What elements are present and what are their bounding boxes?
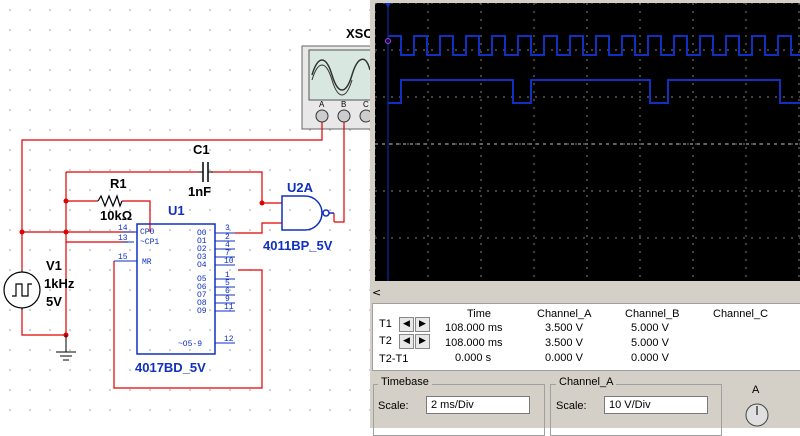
row-diff-a: 0.000 V [545,352,583,364]
scroll-left-button[interactable]: < [372,286,386,300]
row-diff-b: 0.000 V [631,352,669,364]
u1-out-o9: O9 [197,307,207,316]
t1-left-arrow-button[interactable]: ◀ [399,317,414,332]
scope-controls: Timebase Scale: 2 ms/Div Channel_A Scale… [370,372,800,436]
row-t2-time: 108.000 ms [445,337,503,349]
u1-out-o5-9-num: 12 [224,335,234,344]
row-t1-label: T1 [379,318,392,330]
row-diff-time: 0.000 s [455,352,492,364]
u1-out-o5-9: ~O5-9 [178,340,202,349]
u1-name: U1 [168,203,185,218]
row-t1-b: 5.000 V [631,322,669,334]
timebase-title: Timebase [378,376,432,388]
u1-out-o4: O4 [197,261,207,270]
header-channel-b: Channel_B [625,308,680,320]
xsc-label: XSC [346,26,370,41]
schematic-canvas[interactable]: XSC A B C C1 1nF R1 10kΩ U2A 4011BP_5V U… [0,0,370,428]
row-diff-label: T2-T1 [379,353,409,365]
r1-value: 10kΩ [100,208,132,223]
terminal-c-label: C [363,100,369,109]
terminal-a-label: A [319,100,325,109]
channel-a-scale-field[interactable]: 10 V/Div [604,396,708,414]
t2-right-arrow-button[interactable]: ▶ [415,334,430,349]
u1-out-o9-num: 11 [224,303,234,312]
timebase-scale-field[interactable]: 2 ms/Div [426,396,530,414]
trigger-knob-icon[interactable] [740,398,774,428]
u1-part: 4017BD_5V [135,360,206,375]
u2-name: U2A [287,180,314,195]
scope-screen[interactable] [374,2,800,281]
v1-name: V1 [46,258,62,273]
header-channel-c: Channel_C [713,308,769,320]
u1-pin-cp0: CP0 [140,228,155,237]
header-time: Time [467,308,492,320]
u1-out-o0-num: 3 [225,224,230,233]
row-t2-label: T2 [379,335,392,347]
u1-pin-cp1: ~CP1 [140,238,159,247]
row-t1-time: 108.000 ms [445,322,503,334]
c1-value: 1nF [188,184,211,199]
oscilloscope-xsc[interactable] [301,45,370,130]
u2-part: 4011BP_5V [263,238,333,253]
r1-name: R1 [110,176,127,191]
timebase-scale-label: Scale: [378,400,409,412]
row-t2-b: 5.000 V [631,337,669,349]
channel-a-title: Channel_A [556,376,617,388]
scope-display [374,2,800,281]
u1-pin-13-num: 13 [118,234,128,243]
v1-frequency: 1kHz [44,276,75,291]
t2-left-arrow-button[interactable]: ◀ [399,334,414,349]
terminal-b-label: B [341,100,346,109]
c1-name: C1 [193,142,210,157]
trigger-source-a[interactable]: A [752,384,759,396]
channel-a-scale-label: Scale: [556,400,587,412]
u1-pin-14-num: 14 [118,224,128,233]
row-t1-a: 3.500 V [545,322,583,334]
v1-amplitude: 5V [46,294,62,309]
u1-pin-mr: MR [142,258,152,267]
header-channel-a: Channel_A [537,308,592,320]
u1-pin-15-num: 15 [118,253,128,262]
row-t2-a: 3.500 V [545,337,583,349]
oscilloscope-window: < Time Channel_A Channel_B Channel_C T1 … [370,0,800,436]
trace-channel-b [388,79,800,104]
u1-out-o4-num: 10 [224,257,234,266]
cursor-readout-table: Time Channel_A Channel_B Channel_C T1 ◀ … [372,303,800,371]
t1-right-arrow-button[interactable]: ▶ [415,317,430,332]
graticule [374,2,800,281]
trace-channel-a [388,35,800,56]
